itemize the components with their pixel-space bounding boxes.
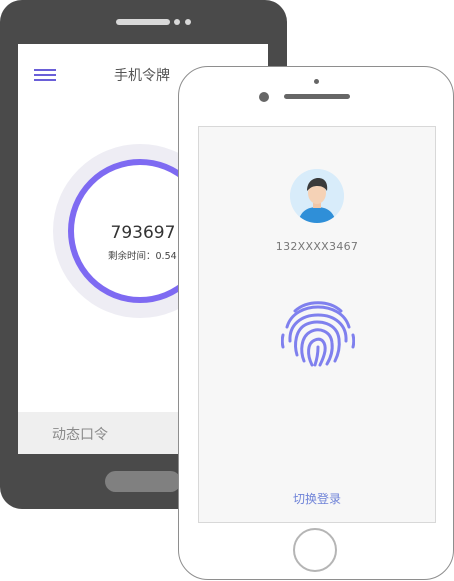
iphone-earpiece — [284, 94, 350, 99]
fingerprint-icon[interactable] — [280, 297, 356, 369]
android-speaker — [116, 19, 170, 25]
iphone-sensor — [314, 79, 319, 84]
app-title: 手机令牌 — [114, 68, 170, 84]
menu-icon[interactable] — [34, 69, 56, 81]
iphone-frame: 132XXXX3467 切换登录 — [178, 66, 454, 580]
iphone-camera — [259, 92, 269, 102]
android-sensor-dot — [185, 19, 191, 25]
phone-number: 132XXXX3467 — [275, 240, 359, 253]
android-home-button[interactable] — [105, 471, 181, 492]
iphone-screen: 132XXXX3467 切换登录 — [198, 126, 436, 523]
iphone-home-button[interactable] — [293, 528, 337, 572]
android-sensor-dot — [174, 19, 180, 25]
token-remaining-time: 剩余时间：0.54 — [108, 251, 177, 262]
switch-login-link[interactable]: 切换登录 — [199, 490, 435, 507]
tab-dynamic-password[interactable]: 动态口令 — [52, 424, 108, 444]
avatar-icon — [290, 169, 344, 223]
